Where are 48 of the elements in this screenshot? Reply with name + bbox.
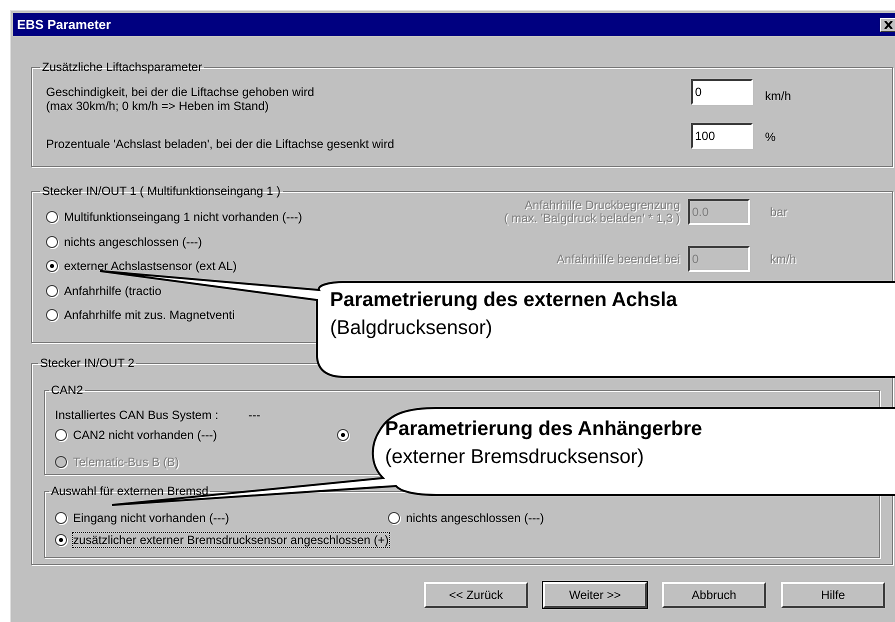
field-hint: ( max. 'Balgdruck beladen' * 1,3 ): [504, 212, 680, 225]
radio-button[interactable]: [55, 429, 67, 441]
radio-button[interactable]: [46, 284, 58, 297]
radio-button[interactable]: [46, 236, 58, 248]
radio-button[interactable]: [55, 512, 67, 524]
field-label: Prozentuale 'Achslast beladen', bei der die Liftachse gesenkt wird: [46, 137, 396, 151]
group-label: Stecker IN/OUT 1 ( Multifunktionseingang 1 ): [41, 184, 282, 198]
radio-button[interactable]: [46, 260, 58, 272]
dialog-button[interactable]: Weiter >>: [543, 582, 647, 608]
unit-label: bar: [769, 205, 788, 219]
field-value: ---: [248, 408, 260, 422]
callout-text: (externer Bremsdrucksensor): [385, 445, 644, 469]
group-label: CAN2: [50, 383, 84, 397]
radio-button[interactable]: [337, 429, 349, 441]
field-label: Anfahrhilfe Druckbegrenzung: [524, 199, 680, 212]
dialog-button[interactable]: << Zurück: [424, 582, 528, 608]
option-label[interactable]: Anfahrhilfe mit zus. Magnetventi: [64, 308, 235, 322]
option-label[interactable]: CAN2 nicht vorhanden (---): [73, 428, 218, 442]
option-label[interactable]: zusätzlicher externer Bremsdrucksensor angeschlossen (+): [73, 533, 389, 547]
option-label[interactable]: Eingang nicht vorhanden (---): [73, 511, 230, 525]
unit-label: %: [764, 130, 777, 144]
window-title: EBS Parameter: [16, 17, 111, 32]
group-label: Auswahl für externen Bremsd: [50, 484, 210, 498]
callout-text: (Balgdrucksensor): [330, 316, 492, 340]
group-label: Zusätzliche Liftachsparameter: [41, 60, 204, 74]
group-label: Stecker IN/OUT 2: [39, 356, 136, 370]
option-label[interactable]: externer Achslastsensor (ext AL): [64, 259, 237, 274]
option-label[interactable]: Anfahrhilfe (tractio: [64, 284, 162, 298]
radio-button[interactable]: [46, 309, 58, 322]
close-button[interactable]: [880, 18, 895, 32]
radio-button[interactable]: [388, 512, 400, 524]
unit-label: km/h: [769, 252, 798, 266]
field-label: Geschindigkeit, bei der die Liftachse gehoben wird (max 30km/h; 0 km/h => Heben im Stand): [46, 85, 316, 113]
unit-label: km/h: [764, 89, 792, 103]
radio-button[interactable]: [46, 211, 58, 224]
field-label: Anfahrhilfe beendet bei: [556, 252, 680, 266]
callout-title: Parametrierung des Anhängerbre: [385, 417, 702, 441]
option-label[interactable]: nichts angeschlossen (---): [406, 511, 544, 525]
field-label: Installiertes CAN Bus System :: [55, 408, 218, 422]
radio-button[interactable]: [55, 534, 67, 546]
input-field[interactable]: 0: [691, 79, 753, 105]
input-field[interactable]: 100: [691, 123, 753, 149]
close-icon: [884, 20, 892, 28]
callout-title: Parametrierung des externen Achsla: [330, 288, 678, 312]
option-label[interactable]: nichts angeschlossen (---): [64, 234, 202, 249]
option-label[interactable]: Multifunktionseingang 1 nicht vorhanden (---): [64, 210, 302, 224]
dialog-button[interactable]: Hilfe: [781, 582, 885, 608]
dialog-button[interactable]: Abbruch: [662, 582, 766, 608]
